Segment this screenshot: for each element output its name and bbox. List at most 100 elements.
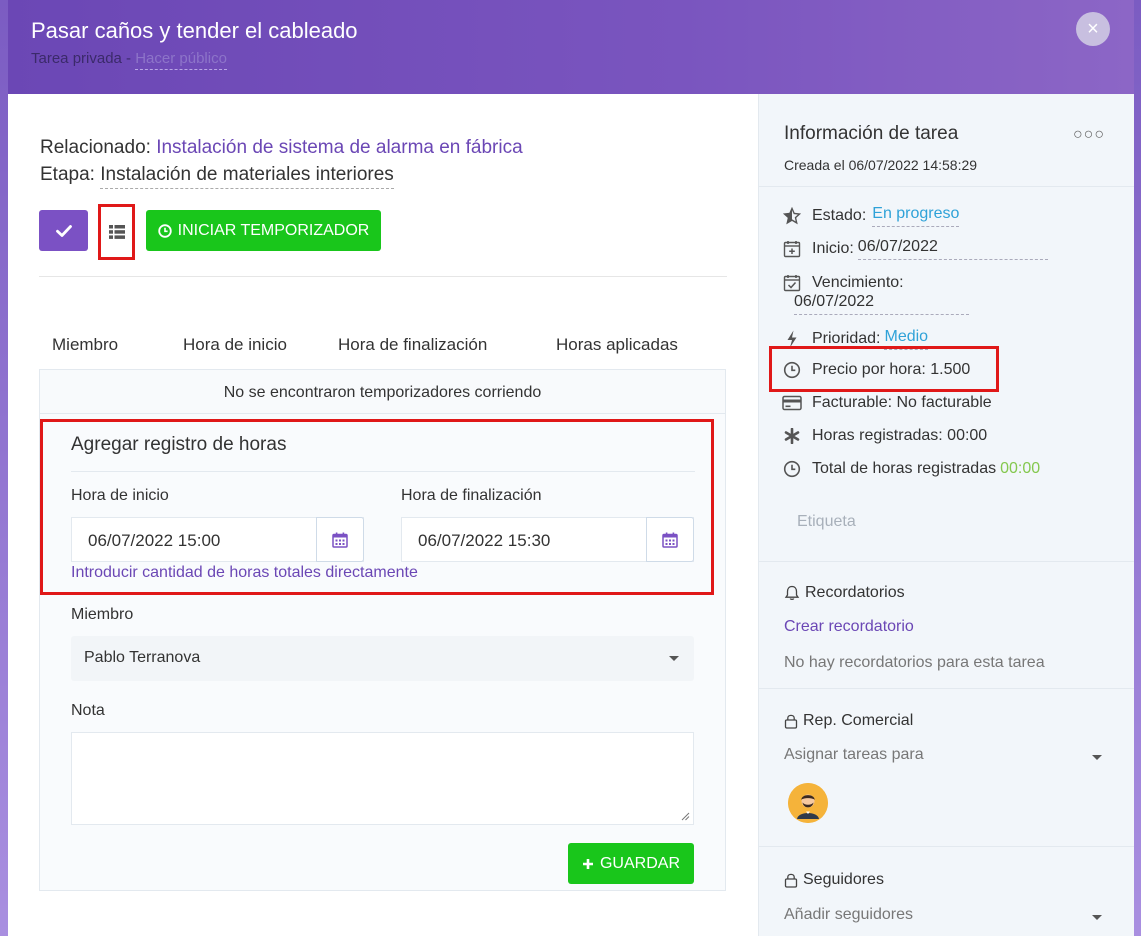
chevron-down-icon — [1092, 915, 1102, 920]
reminders-section-title: Recordatorios — [784, 584, 905, 602]
privacy-label: Tarea privada - — [31, 50, 136, 67]
empty-timers-message: No se encontraron temporizadores corrien… — [40, 370, 725, 414]
note-label: Nota — [71, 702, 105, 719]
modal-header: Pasar caños y tender el cableado Tarea p… — [8, 0, 1134, 94]
start-time-input[interactable]: 06/07/2022 15:00 — [71, 517, 364, 562]
member-select[interactable]: Pablo Terranova — [71, 636, 694, 681]
more-options-icon[interactable]: ○○○ — [1073, 126, 1105, 144]
due-date-value[interactable]: 06/07/2022 — [794, 293, 969, 315]
member-label: Miembro — [71, 606, 134, 623]
end-time-calendar-button[interactable] — [646, 517, 694, 562]
mark-complete-button[interactable] — [39, 210, 88, 251]
start-date-value[interactable]: 06/07/2022 — [857, 238, 1048, 260]
star-half-icon — [782, 206, 802, 226]
billable-text: Facturable: No facturable — [812, 394, 992, 411]
task-main-panel: Relacionado: Instalación de sistema de a… — [8, 94, 758, 936]
stage-line: Etapa: Instalación de materiales interio… — [40, 164, 394, 189]
column-header-member: Miembro — [52, 335, 119, 354]
task-info-title: Información de tarea — [784, 123, 959, 144]
stage-label: Etapa: — [40, 164, 95, 185]
calendar-check-icon — [782, 273, 802, 293]
task-modal: Pasar caños y tender el cableado Tarea p… — [8, 0, 1134, 936]
divider — [39, 276, 727, 277]
start-time-label: Hora de inicio — [71, 487, 169, 504]
end-time-value: 06/07/2022 15:30 — [418, 531, 551, 550]
check-icon — [55, 224, 72, 237]
total-hours-label: Total de horas registradas — [812, 460, 997, 477]
start-timer-label: INICIAR TEMPORIZADOR — [177, 221, 370, 239]
clock-icon — [782, 360, 802, 380]
total-hours-row: Total de horas registradas 00:00 — [782, 459, 1040, 479]
add-followers-select[interactable]: Añadir seguidores — [784, 906, 913, 924]
lock-icon — [784, 873, 798, 888]
hourly-rate-text: Precio por hora: 1.500 — [812, 361, 971, 378]
resize-handle-icon[interactable] — [681, 812, 690, 821]
calendar-plus-icon — [782, 239, 802, 259]
chevron-down-icon — [669, 656, 679, 661]
clock-icon — [157, 223, 172, 238]
no-reminders-text: No hay recordatorios para esta tarea — [784, 654, 1045, 671]
start-time-value: 06/07/2022 15:00 — [88, 531, 221, 550]
task-privacy: Tarea privada - Hacer público — [31, 50, 227, 70]
hourly-rate-row: Precio por hora: 1.500 — [782, 360, 970, 380]
reminders-title-label: Recordatorios — [805, 584, 905, 601]
task-title: Pasar caños y tender el cableado — [31, 18, 358, 43]
start-timer-button[interactable]: INICIAR TEMPORIZADOR — [146, 210, 381, 251]
followers-section-title: Seguidores — [784, 871, 884, 889]
related-label: Relacionado: — [40, 137, 151, 158]
column-header-start: Hora de inicio — [183, 335, 287, 354]
end-time-label: Hora de finalización — [401, 487, 542, 504]
credit-card-icon — [782, 393, 802, 413]
start-time-calendar-button[interactable] — [316, 517, 364, 562]
timesheets-toggle-button[interactable] — [98, 204, 135, 260]
enter-total-hours-link[interactable]: Introducir cantidad de horas totales dir… — [71, 564, 418, 582]
divider — [759, 561, 1134, 562]
save-label: GUARDAR — [599, 854, 680, 872]
followers-title-label: Seguidores — [803, 871, 884, 888]
plus-icon — [582, 858, 593, 869]
column-header-end: Hora de finalización — [338, 335, 488, 354]
end-time-input[interactable]: 06/07/2022 15:30 — [401, 517, 694, 562]
divider — [759, 688, 1134, 689]
save-button[interactable]: GUARDAR — [568, 843, 694, 884]
sales-rep-section-title: Rep. Comercial — [784, 712, 913, 730]
divider — [71, 471, 695, 472]
due-date-label: Vencimiento: — [812, 274, 904, 291]
avatar[interactable] — [788, 783, 828, 823]
total-hours-value: 00:00 — [1000, 460, 1041, 477]
make-public-link[interactable]: Hacer público — [135, 50, 227, 70]
billable-row: Facturable: No facturable — [782, 393, 992, 413]
close-button[interactable]: × — [1076, 12, 1110, 46]
task-info-sidebar: Información de tarea ○○○ Creada el 06/07… — [758, 94, 1134, 936]
related-line: Relacionado: Instalación de sistema de a… — [40, 137, 523, 159]
created-date: Creada el 06/07/2022 14:58:29 — [784, 157, 978, 173]
divider — [759, 186, 1134, 187]
asterisk-icon — [782, 426, 802, 446]
add-timesheet-title: Agregar registro de horas — [71, 434, 287, 455]
chevron-down-icon — [1092, 755, 1102, 760]
calendar-icon — [662, 532, 678, 548]
note-textarea[interactable] — [71, 732, 694, 825]
calendar-icon — [332, 532, 348, 548]
start-date-row: Inicio: 06/07/2022 — [782, 238, 1048, 260]
tag-input[interactable]: Etiqueta — [797, 513, 856, 531]
logged-hours-row: Horas registradas: 00:00 — [782, 426, 987, 446]
member-selected-value: Pablo Terranova — [84, 649, 201, 666]
create-reminder-link[interactable]: Crear recordatorio — [784, 618, 914, 636]
assign-select[interactable]: Asignar tareas para — [784, 746, 924, 764]
due-date-row: Vencimiento: — [782, 273, 904, 293]
status-row: Estado: En progreso — [782, 205, 960, 227]
related-project-link[interactable]: Instalación de sistema de alarma en fábr… — [156, 137, 522, 158]
status-value[interactable]: En progreso — [872, 205, 960, 227]
logged-hours-text: Horas registradas: 00:00 — [812, 427, 988, 444]
lock-icon — [784, 714, 798, 729]
column-header-hours: Horas aplicadas — [556, 335, 678, 354]
clock-icon — [782, 459, 802, 479]
start-date-label: Inicio: — [812, 240, 854, 257]
list-icon — [108, 225, 125, 239]
sales-rep-title-label: Rep. Comercial — [803, 712, 914, 729]
stage-value[interactable]: Instalación de materiales interiores — [100, 164, 394, 189]
status-label: Estado: — [812, 207, 867, 224]
divider — [759, 846, 1134, 847]
bell-icon — [784, 585, 800, 600]
